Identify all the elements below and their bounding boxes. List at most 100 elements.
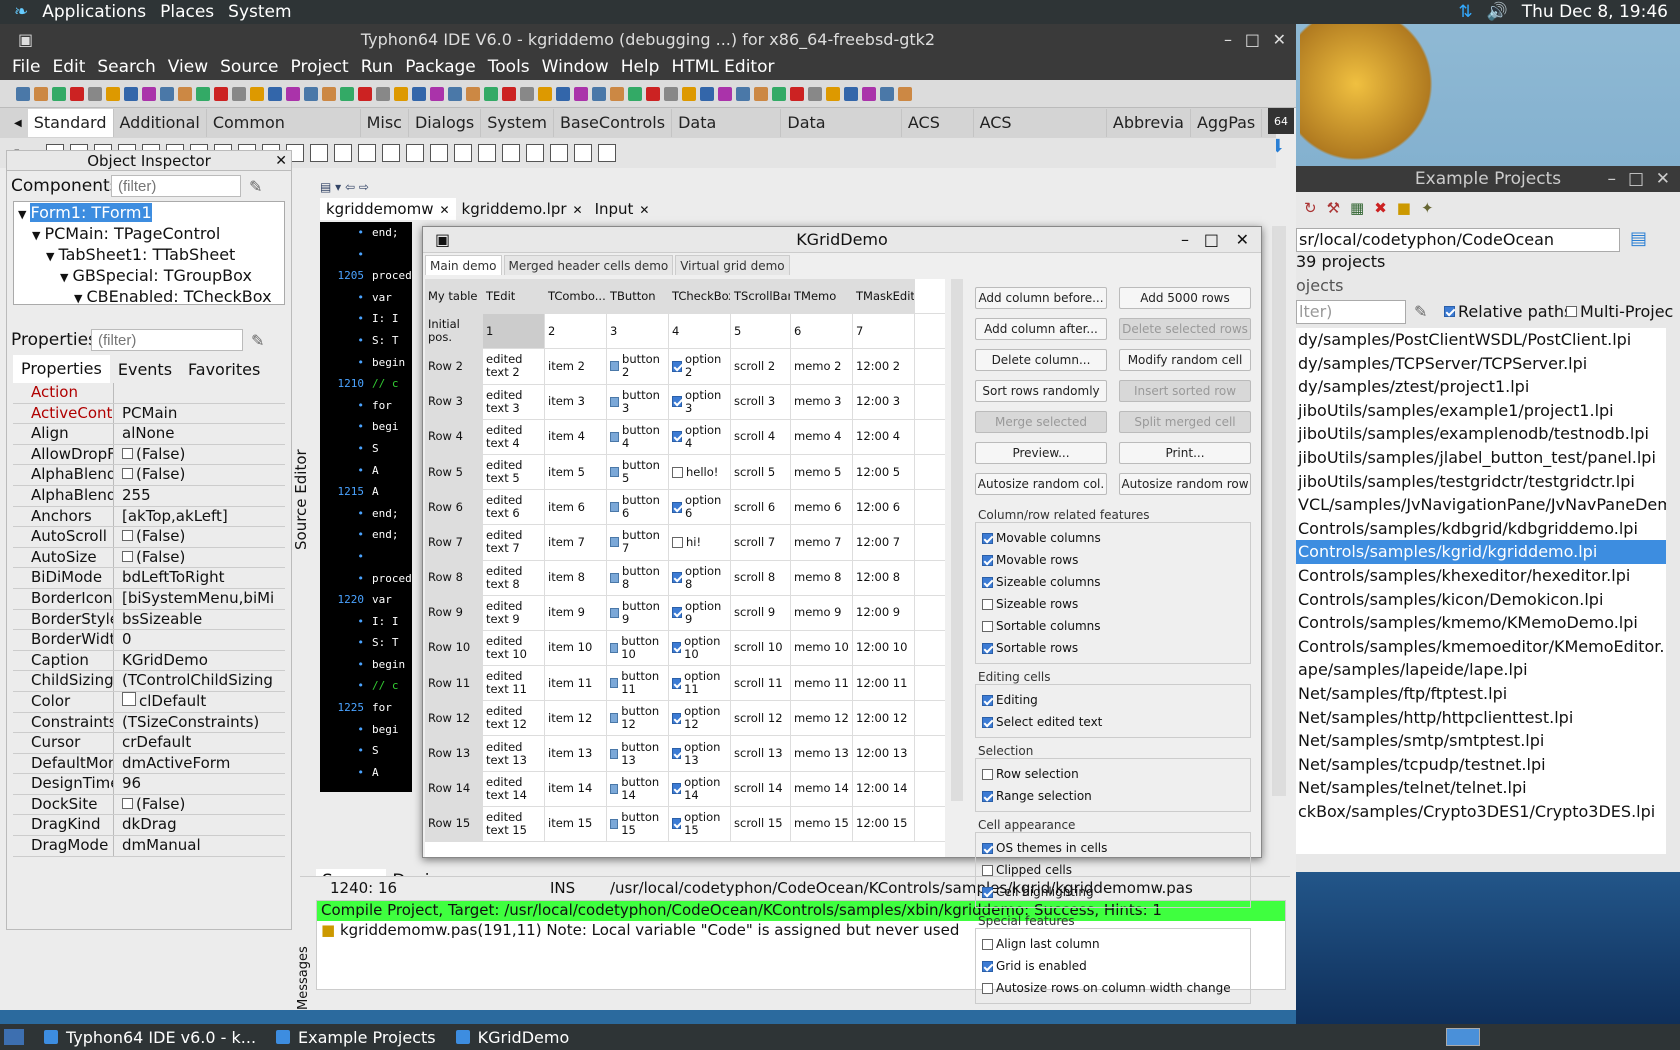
toolbar-button-icon[interactable] — [574, 86, 588, 101]
grid-cell[interactable]: 12:00 9 — [853, 595, 915, 630]
minimize-icon[interactable]: – — [1608, 169, 1617, 189]
kgrid-button-insert-sorted-row[interactable]: Insert sorted row — [1119, 380, 1251, 402]
close-inspector-icon[interactable]: ✕ — [275, 153, 287, 169]
menu-view[interactable]: View — [168, 57, 208, 77]
menu-project[interactable]: Project — [291, 57, 349, 77]
maximize-icon[interactable]: □ — [1245, 30, 1260, 49]
checkbox-icon[interactable] — [122, 530, 133, 542]
tree-item[interactable]: ▼ CBEnabled: TCheckBox — [14, 286, 284, 304]
tab-properties[interactable]: Properties — [13, 355, 110, 383]
property-value[interactable]: clDefault — [113, 691, 285, 712]
checkbox-icon[interactable] — [982, 768, 993, 780]
grid-cell[interactable]: button 3 — [607, 384, 669, 419]
grid-cell[interactable]: Row 5 — [425, 454, 483, 490]
ep-filter-clear-icon[interactable]: ✎ — [1414, 302, 1427, 321]
toolbar-button-icon[interactable] — [70, 86, 84, 101]
tree-item[interactable]: ▼ PCMain: TPageControl — [14, 223, 284, 244]
grid-cell[interactable]: 12:00 14 — [853, 771, 915, 806]
project-item[interactable]: dy/samples/ztest/project1.lpi — [1296, 375, 1666, 399]
grid-cell[interactable]: memo 7 — [791, 525, 853, 560]
property-row[interactable]: ActiveContr PCMain — [13, 403, 285, 425]
option-checkbox[interactable]: Sortable columns — [982, 615, 1118, 637]
grid-cell[interactable]: Row 10 — [425, 630, 483, 666]
component-icon[interactable] — [358, 144, 377, 162]
grid-cell[interactable]: memo 15 — [791, 806, 853, 841]
grid-cell[interactable]: edited text 5 — [483, 454, 545, 490]
grid-cell[interactable]: 12:00 11 — [853, 666, 915, 701]
property-row[interactable]: Action — [13, 383, 285, 404]
option-checkbox[interactable]: Sortable rows — [982, 637, 1118, 659]
expand-icon[interactable]: ▼ — [18, 208, 26, 221]
kgrid-button-autosize-random-row[interactable]: Autosize random row — [1119, 473, 1251, 495]
checkbox-icon[interactable] — [122, 447, 133, 459]
checkbox-icon[interactable] — [982, 576, 993, 588]
grid-cell[interactable]: scroll 5 — [731, 454, 791, 490]
add-icon[interactable]: ▦ — [1350, 199, 1364, 217]
option-checkbox[interactable]: Autosize rows on column width change — [982, 977, 1242, 999]
menu-source[interactable]: Source — [220, 57, 278, 77]
grid-cell[interactable]: item 3 — [545, 384, 607, 419]
grid-cell[interactable]: edited text 3 — [483, 384, 545, 419]
grid-cell[interactable]: scroll 4 — [731, 419, 791, 454]
code-view[interactable]: • end; • 1205 proced • var • I: I • S: T • begin 1210… — [320, 222, 412, 792]
grid-cell[interactable]: scroll 6 — [731, 490, 791, 525]
toolbar-button-icon[interactable] — [664, 86, 678, 101]
toolbar-button-icon[interactable] — [736, 86, 750, 101]
grid-cell[interactable]: 12:00 13 — [853, 736, 915, 771]
grid-cell[interactable]: edited text 14 — [483, 771, 545, 806]
project-item[interactable]: VCL/samples/JvNavigationPane/JvNavPaneDe… — [1296, 493, 1666, 517]
toolbar-button-icon[interactable] — [412, 86, 426, 101]
task-example-projects[interactable]: Example Projects — [276, 1028, 436, 1047]
kgrid-tab[interactable]: Merged header cells demo — [503, 255, 674, 275]
project-item[interactable]: ckBox/samples/Crypto3DES1/Crypto3DES.lpi — [1296, 800, 1666, 824]
toolbar-button-icon[interactable] — [790, 86, 804, 101]
option-checkbox[interactable]: Movable columns — [982, 527, 1118, 549]
property-value[interactable]: dkDrag — [113, 815, 285, 836]
toolbar-button-icon[interactable] — [142, 86, 156, 101]
grid-cell[interactable]: scroll 8 — [731, 560, 791, 595]
grid-cell[interactable]: edited text 4 — [483, 419, 545, 454]
property-value[interactable]: (TSizeConstraints) — [113, 712, 285, 733]
property-row[interactable]: DesignTime 96 — [13, 774, 285, 795]
kgrid-button-merge-selected[interactable]: Merge selected — [975, 411, 1107, 433]
palette-tab-acs-i-o[interactable]: ACS I/O — [902, 109, 974, 160]
network-icon[interactable]: ⇅ — [1458, 2, 1472, 22]
menu-window[interactable]: Window — [542, 57, 609, 77]
grid-cell[interactable]: edited text 6 — [483, 490, 545, 525]
checkbox-icon[interactable] — [672, 607, 682, 619]
toolbar-button-icon[interactable] — [304, 86, 318, 101]
kgrid-tab[interactable]: Virtual grid demo — [675, 255, 790, 275]
grid-cell[interactable]: scroll 3 — [731, 384, 791, 419]
component-icon[interactable] — [334, 144, 353, 162]
grid-cell[interactable]: memo 11 — [791, 666, 853, 701]
toolbar-button-icon[interactable] — [808, 86, 822, 101]
property-row[interactable]: Cursor crDefault — [13, 733, 285, 754]
grid-cell[interactable]: item 7 — [545, 525, 607, 560]
close-tab-icon[interactable]: ✕ — [639, 203, 649, 217]
property-value[interactable]: 255 — [113, 485, 285, 506]
toolbar-button-icon[interactable] — [358, 86, 372, 101]
project-item[interactable]: Controls/samples/kmemoeditor/KMemoEditor… — [1296, 635, 1666, 659]
volume-icon[interactable]: 🔊 — [1487, 2, 1508, 22]
grid-cell[interactable]: button 4 — [607, 419, 669, 454]
property-value[interactable]: (False) — [113, 444, 285, 465]
checkbox-icon[interactable] — [672, 783, 682, 795]
grid-cell[interactable]: scroll 13 — [731, 736, 791, 771]
toolbar-button-icon[interactable] — [826, 86, 840, 101]
grid-cell[interactable]: Row 2 — [425, 349, 483, 384]
option-checkbox[interactable]: Clipped cells — [982, 859, 1118, 881]
grid-cell[interactable]: button 14 — [607, 771, 669, 806]
editor-tab[interactable]: kgriddemomw ✕ — [320, 198, 456, 220]
grid-cell[interactable]: scroll 14 — [731, 771, 791, 806]
menu-package[interactable]: Package — [405, 57, 475, 77]
close-tab-icon[interactable]: ✕ — [573, 203, 583, 217]
palette-tab-dialogs[interactable]: Dialogs — [409, 109, 482, 137]
menu-file[interactable]: File — [12, 57, 40, 77]
property-value[interactable]: dmManual — [113, 836, 285, 856]
property-value[interactable]: KGridDemo — [113, 650, 285, 671]
grid-cell[interactable]: item 12 — [545, 701, 607, 736]
expand-icon[interactable]: ▼ — [32, 229, 40, 242]
maximize-icon[interactable]: □ — [1628, 169, 1644, 189]
tab-favorites[interactable]: Favorites — [180, 360, 268, 379]
checkbox-icon[interactable] — [672, 431, 682, 443]
